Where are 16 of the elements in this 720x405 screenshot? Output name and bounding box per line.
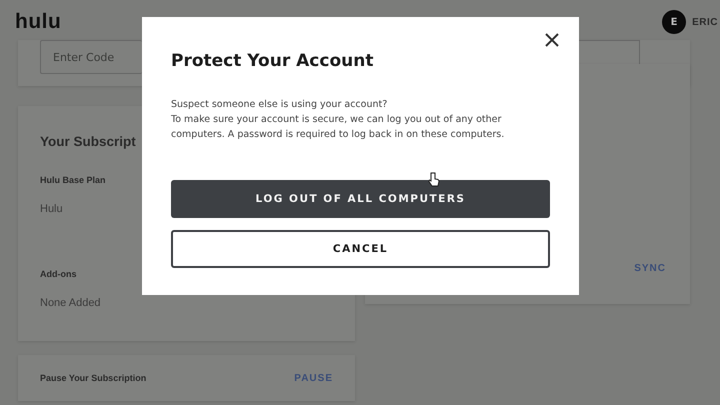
section-title: Your Subscript [40,134,136,149]
user-name[interactable]: ERIC [692,16,718,28]
cancel-button[interactable]: CANCEL [171,230,550,268]
hand-cursor-icon [428,172,440,188]
field-label: Hulu Base Plan [40,175,107,185]
field-label: Add-ons [40,269,78,279]
code-input-field[interactable]: Enter Code [40,40,142,74]
field-value: None Added [40,297,102,309]
dialog-message: Suspect someone else is using your account? To make sure your account is secure, we can log you out of any other computers. A password is required to log back in on these computers. [171,98,506,142]
user-avatar[interactable]: E [662,10,686,34]
pause-label: Pause Your Subscription [40,373,146,383]
close-icon[interactable] [543,31,561,49]
log-out-button[interactable]: LOG OUT OF ALL COMPUTERS [171,180,550,218]
dialog-title: Protect Your Account [171,51,374,71]
field-value: Hulu [40,203,64,215]
logo[interactable]: hulu [15,10,62,34]
